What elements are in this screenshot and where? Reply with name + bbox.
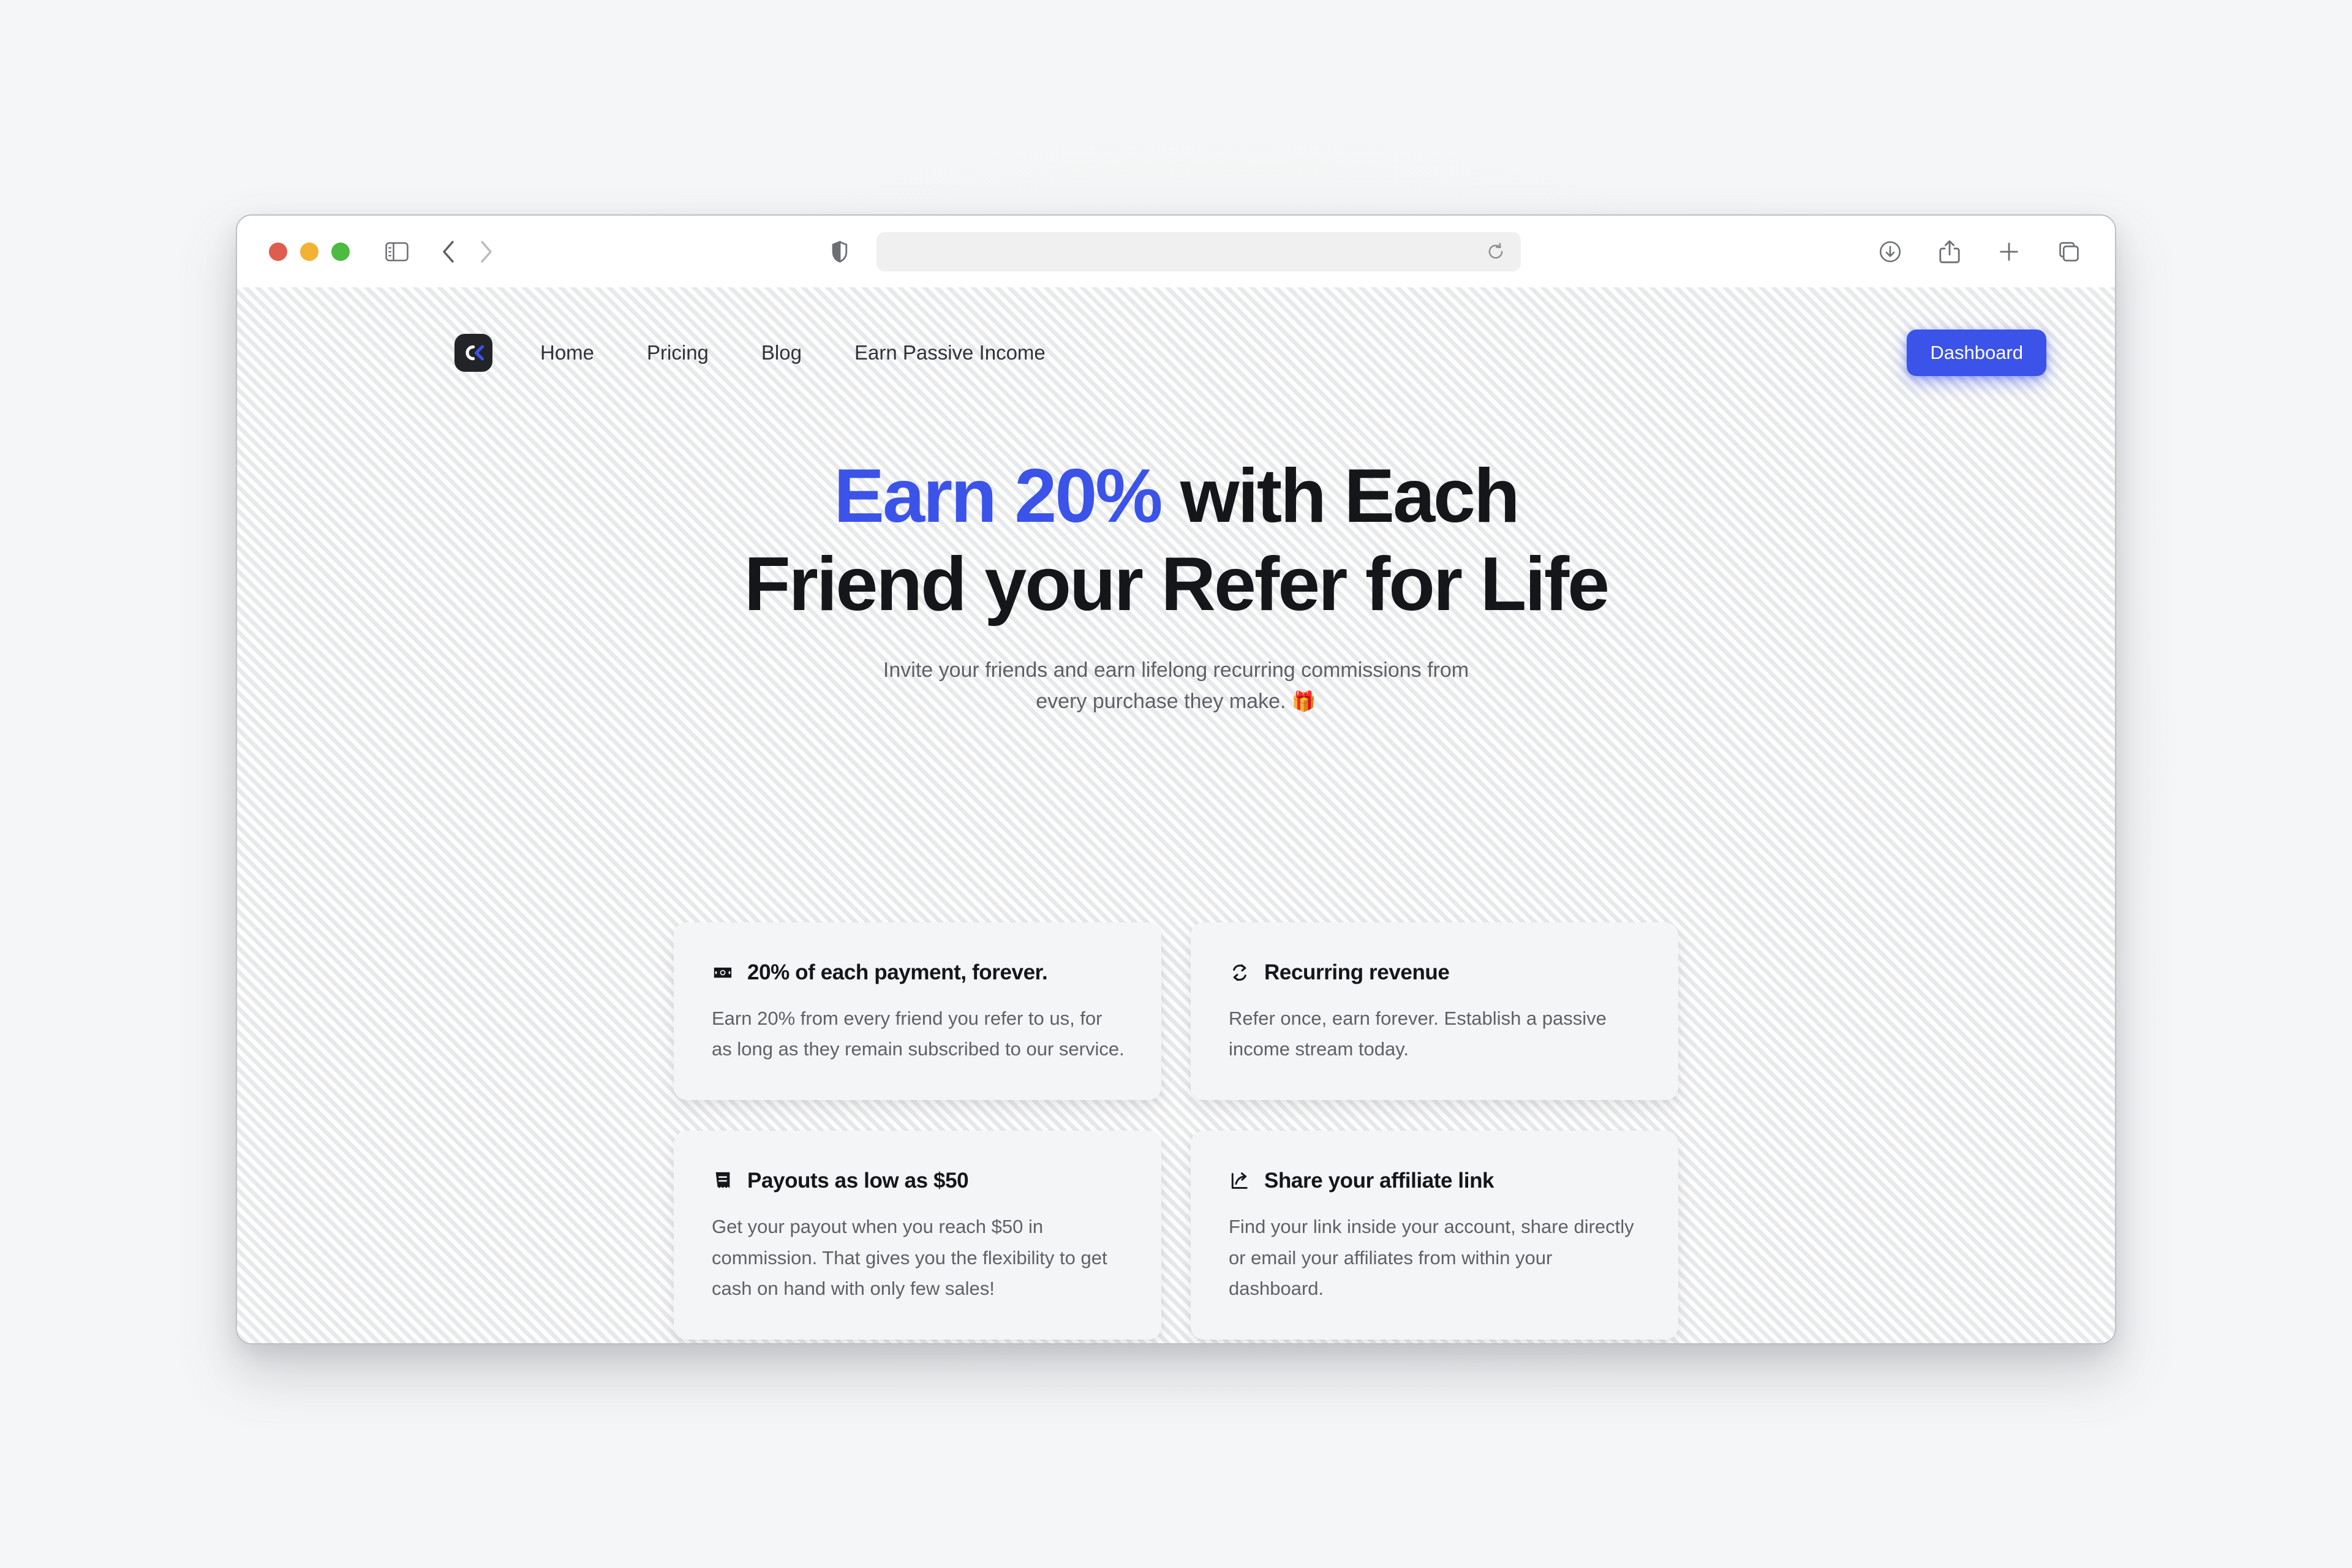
nav-link-blog[interactable]: Blog: [761, 341, 802, 364]
gift-emoji-icon: 🎁: [1291, 690, 1316, 713]
nav-link-home[interactable]: Home: [540, 341, 594, 364]
feature-card-payouts: Payouts as low as $50 Get your payout wh…: [674, 1131, 1161, 1340]
page-viewport: Home Pricing Blog Earn Passive Income Da…: [237, 287, 2115, 1343]
feature-title: Share your affiliate link: [1264, 1169, 1494, 1193]
feature-card-header: Share your affiliate link: [1229, 1169, 1644, 1193]
feature-card-recurring-revenue: Recurring revenue Refer once, earn forev…: [1191, 922, 1678, 1101]
reload-icon[interactable]: [1487, 242, 1505, 261]
feature-card-grid: 20% of each payment, forever. Earn 20% f…: [674, 922, 1678, 1340]
share-icon[interactable]: [1939, 239, 1961, 264]
receipt-icon: [712, 1170, 734, 1192]
traffic-light-buttons: [269, 242, 350, 261]
hero-subtitle: Invite your friends and earn lifelong re…: [858, 655, 1494, 718]
maximize-window-button[interactable]: [331, 242, 350, 261]
new-tab-icon[interactable]: [1997, 240, 2021, 263]
feature-card-header: Payouts as low as $50: [712, 1169, 1127, 1193]
site-nav-links: Home Pricing Blog Earn Passive Income: [540, 341, 1046, 364]
nav-link-pricing[interactable]: Pricing: [647, 341, 709, 364]
hero-heading-accent: Earn 20%: [834, 454, 1163, 538]
browser-window: Home Pricing Blog Earn Passive Income Da…: [236, 214, 2116, 1344]
address-bar[interactable]: [876, 232, 1521, 271]
feature-title: Payouts as low as $50: [747, 1169, 969, 1193]
banknote-icon: [712, 962, 734, 984]
hero-subtitle-line1: Invite your friends and earn lifelong re…: [883, 658, 1469, 682]
close-window-button[interactable]: [269, 242, 287, 261]
feature-description: Earn 20% from every friend you refer to …: [712, 1008, 1125, 1060]
hero-section: Earn 20% with Each Friend your Refer for…: [237, 453, 2115, 718]
site-navbar: Home Pricing Blog Earn Passive Income Da…: [237, 287, 2115, 418]
refresh-cycle-icon: [1229, 962, 1251, 984]
feature-description: Find your link inside your account, shar…: [1229, 1216, 1634, 1299]
sidebar-toggle-icon[interactable]: [385, 241, 409, 262]
forward-arrow-icon[interactable]: [478, 239, 494, 264]
page-title: Earn 20% with Each Friend your Refer for…: [360, 453, 1992, 629]
feature-description: Refer once, earn forever. Establish a pa…: [1229, 1008, 1607, 1060]
shield-icon[interactable]: [831, 240, 848, 263]
hero-heading-rest: with Each: [1161, 454, 1520, 538]
dashboard-button[interactable]: Dashboard: [1907, 330, 2046, 376]
feature-card-affiliate-link: Share your affiliate link Find your link…: [1191, 1131, 1678, 1340]
feature-card-header: 20% of each payment, forever.: [712, 960, 1127, 985]
address-bar-region: [237, 232, 2115, 271]
back-arrow-icon[interactable]: [440, 239, 456, 264]
feature-title: Recurring revenue: [1264, 960, 1450, 984]
downloads-icon[interactable]: [1879, 240, 1902, 263]
brand-logo-icon[interactable]: [454, 334, 492, 372]
feature-card-payment-share: 20% of each payment, forever. Earn 20% f…: [674, 922, 1161, 1101]
hero-subtitle-line2: every purchase they make.: [1036, 690, 1292, 714]
hero-heading-line2: Friend your Refer for Life: [744, 541, 1610, 627]
minimize-window-button[interactable]: [300, 242, 318, 261]
nav-link-earn-passive-income[interactable]: Earn Passive Income: [854, 341, 1046, 364]
feature-card-header: Recurring revenue: [1229, 960, 1644, 985]
share-arrow-icon: [1229, 1170, 1251, 1192]
toolbar-right-icons: [1879, 239, 2081, 264]
browser-toolbar: [237, 216, 2115, 287]
feature-title: 20% of each payment, forever.: [747, 960, 1048, 984]
tab-overview-icon[interactable]: [2057, 240, 2081, 263]
feature-description: Get your payout when you reach $50 in co…: [712, 1216, 1107, 1299]
